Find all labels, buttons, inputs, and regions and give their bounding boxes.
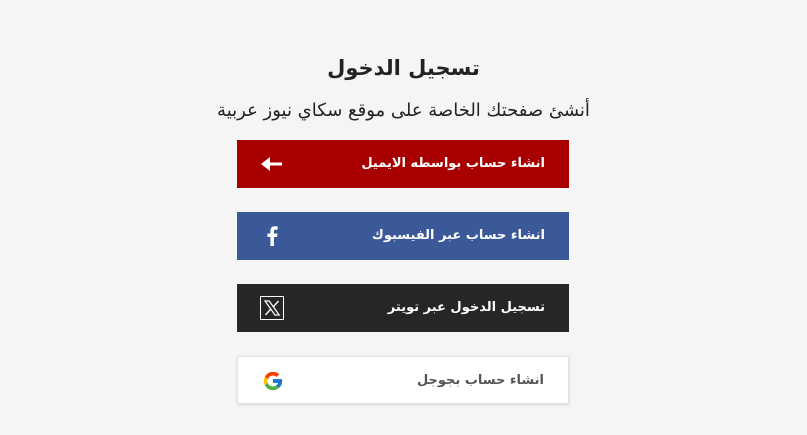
twitter-login-label: تسجيل الدخول عبر تويتر [387, 300, 545, 315]
google-signup-label: انشاء حساب بجوجل [416, 373, 544, 388]
x-twitter-icon [259, 296, 285, 320]
facebook-signup-label: انشاء حساب عبر الفيسبوك [371, 228, 545, 243]
arrow-left-icon [259, 152, 285, 176]
email-signup-button[interactable]: انشاء حساب بواسطه الايميل [237, 140, 569, 188]
google-icon [260, 369, 286, 393]
email-signup-label: انشاء حساب بواسطه الايميل [361, 156, 545, 171]
google-signup-button[interactable]: انشاء حساب بجوجل [237, 356, 569, 404]
page-title: تسجيل الدخول [327, 56, 480, 80]
twitter-login-button[interactable]: تسجيل الدخول عبر تويتر [237, 284, 569, 332]
signup-panel: تسجيل الدخول أنشئ صفحتك الخاصة على موقع … [0, 0, 807, 435]
facebook-icon [259, 224, 285, 248]
facebook-signup-button[interactable]: انشاء حساب عبر الفيسبوك [237, 212, 569, 260]
page-subtitle: أنشئ صفحتك الخاصة على موقع سكاي نيوز عرب… [217, 100, 590, 121]
